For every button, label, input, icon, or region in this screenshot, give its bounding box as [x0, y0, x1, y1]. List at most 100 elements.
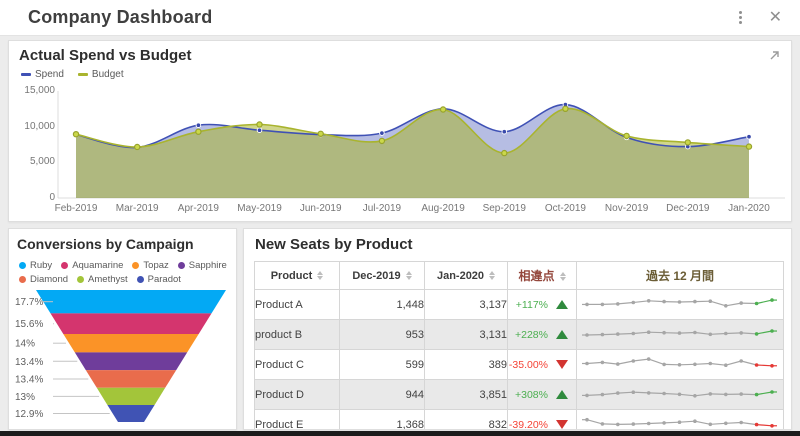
arrow-up-icon: [556, 300, 568, 309]
sort-icon[interactable]: [405, 271, 412, 281]
col-header-jan2020[interactable]: Jan-2020: [424, 261, 508, 290]
funnel-segment-diamond[interactable]: [85, 370, 177, 388]
sparkline: [582, 357, 777, 368]
kebab-menu-icon[interactable]: [736, 8, 745, 27]
close-icon[interactable]: ✕: [769, 9, 782, 26]
difference-cell: +228%: [507, 319, 577, 350]
new-seats-panel: New Seats by Product Product Dec-2019 Ja…: [243, 228, 792, 430]
sort-icon[interactable]: [489, 271, 496, 281]
product-cell: Product D: [254, 379, 340, 410]
budget-marker[interactable]: [72, 130, 80, 138]
difference-value: -35.00%: [508, 358, 548, 371]
product-cell: Product C: [254, 349, 340, 380]
product-cell: Product E: [254, 409, 340, 429]
funnel-percent-label: 12.9%: [15, 409, 43, 420]
budget-marker[interactable]: [378, 137, 386, 145]
spend-budget-area-chart: [57, 91, 785, 199]
funnel-percent-label: 13.4%: [15, 375, 43, 386]
funnel-segment-topaz[interactable]: [63, 334, 199, 353]
spend-marker[interactable]: [379, 130, 385, 136]
funnel-segment-aquamarine[interactable]: [50, 313, 212, 334]
difference-value: +228%: [515, 328, 548, 341]
table-row: Product E 1,368 832 -39.20%: [254, 409, 784, 430]
difference-cell: -39.20%: [507, 409, 577, 430]
window-icons: ✕: [736, 8, 782, 27]
table-row: Product A 1,448 3,137 +117%: [254, 289, 784, 320]
sparkline-cell: [576, 319, 784, 350]
difference-value: +308%: [515, 388, 548, 401]
funnel-segment-ruby[interactable]: [36, 290, 226, 314]
sparkline-cell: [576, 379, 784, 410]
budget-marker[interactable]: [195, 128, 202, 135]
sparkline: [582, 417, 777, 428]
product-cell: Product A: [254, 289, 340, 320]
product-cell: product B: [254, 319, 340, 350]
titlebar: Company Dashboard ✕: [0, 0, 800, 36]
funnel-percent-label: 15.6%: [15, 319, 43, 330]
budget-marker[interactable]: [745, 143, 753, 150]
budget-marker[interactable]: [133, 143, 141, 151]
funnel-segment-paradot[interactable]: [107, 405, 155, 422]
col-header-difference[interactable]: 相違点: [507, 261, 577, 290]
page-title: Company Dashboard: [28, 7, 213, 27]
funnel-chart: 17.7% 15.6% 14% 13.4% 13.4% 13% 12.9%: [15, 290, 226, 422]
funnel-segment-sapphire[interactable]: [74, 352, 188, 371]
difference-cell: -35.00%: [507, 349, 577, 380]
budget-marker[interactable]: [317, 130, 324, 138]
table-row: Product D 944 3,851 +308%: [254, 379, 784, 410]
sparkline: [582, 329, 777, 337]
conversions-panel: Conversions by Campaign Ruby Aquamarine To…: [8, 228, 237, 430]
table-header-row: Product Dec-2019 Jan-2020 相違点 過去 12 月間: [254, 261, 784, 290]
sparkline-cell: [576, 289, 784, 320]
sparkline: [582, 298, 777, 308]
seats-table: Product Dec-2019 Jan-2020 相違点 過去 12 月間 P…: [254, 261, 784, 430]
arrow-down-icon: [556, 420, 568, 429]
jan-value-cell: 832: [424, 409, 508, 429]
dashboard-app: Company Dashboard ✕ Actual Spend vs Budg…: [0, 0, 800, 436]
col-header-last-12-months: 過去 12 月間: [576, 261, 784, 290]
difference-cell: +117%: [507, 289, 577, 320]
arrow-up-icon: [556, 390, 568, 399]
difference-cell: +308%: [507, 379, 577, 410]
funnel-percent-label: 13%: [15, 392, 35, 403]
col-header-product[interactable]: Product: [254, 261, 340, 290]
budget-marker[interactable]: [501, 149, 508, 157]
sort-icon[interactable]: [317, 271, 324, 281]
funnel-segment-amethyst[interactable]: [96, 387, 166, 405]
difference-value: -39.20%: [508, 418, 548, 430]
jan-value-cell: 3,137: [424, 289, 508, 320]
budget-marker[interactable]: [256, 121, 263, 128]
dec-value-cell: 944: [339, 379, 425, 410]
budget-marker[interactable]: [684, 139, 692, 146]
funnel-percent-label: 14%: [15, 339, 35, 350]
dec-value-cell: 953: [339, 319, 425, 350]
budget-marker[interactable]: [623, 132, 630, 140]
spend-marker[interactable]: [501, 128, 508, 135]
jan-value-cell: 389: [424, 349, 508, 380]
jan-value-cell: 3,851: [424, 379, 508, 410]
funnel-percent-label: 17.7%: [15, 297, 43, 308]
sparkline-cell: [576, 349, 784, 380]
spend-marker[interactable]: [256, 127, 263, 133]
dec-value-cell: 1,368: [339, 409, 425, 429]
sparkline-cell: [576, 409, 784, 429]
dec-value-cell: 1,448: [339, 289, 425, 320]
difference-value: +117%: [515, 298, 548, 311]
dec-value-cell: 599: [339, 349, 425, 380]
table-title: New Seats by Product: [255, 236, 413, 253]
funnel-percent-label: 13.4%: [15, 357, 43, 368]
sparkline: [582, 390, 777, 398]
table-row: product B 953 3,131 +228%: [254, 319, 784, 350]
budget-marker[interactable]: [562, 105, 569, 113]
budget-marker[interactable]: [439, 106, 447, 113]
bottom-window-edge: [0, 431, 800, 436]
table-row: Product C 599 389 -35.00%: [254, 349, 784, 380]
sort-icon[interactable]: [559, 272, 566, 282]
spend-marker[interactable]: [195, 122, 202, 128]
col-header-dec2019[interactable]: Dec-2019: [339, 261, 425, 290]
spend-marker[interactable]: [746, 133, 752, 140]
arrow-down-icon: [556, 360, 568, 369]
spend-budget-panel: Actual Spend vs Budget Spend Budget 15,00…: [8, 40, 792, 222]
jan-value-cell: 3,131: [424, 319, 508, 350]
arrow-up-icon: [556, 330, 568, 339]
